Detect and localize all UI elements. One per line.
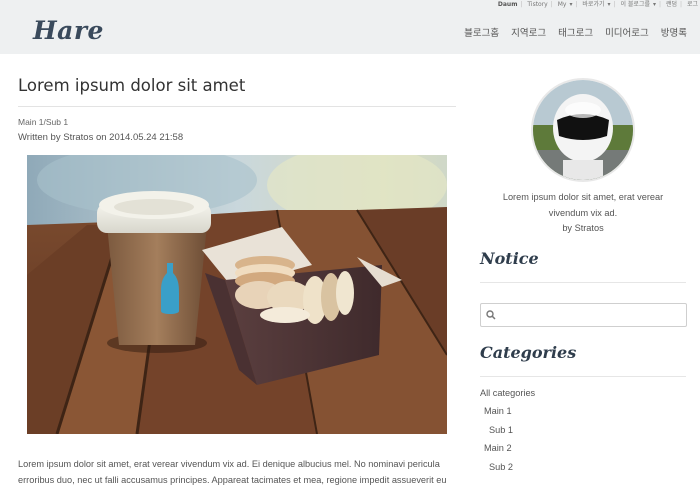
helmet-avatar-image: [533, 80, 633, 180]
utility-bar: Daum | Tistory | My ▾ | 바로가기 ▾ | 이 블로그를 ▾ | 랜덤 | …: [0, 0, 700, 9]
utility-link-tistory[interactable]: Tistory: [527, 1, 547, 8]
notice-heading: Notice: [480, 249, 539, 268]
main-nav: 블로그홈 지역로그 태그로그 미디어로그 방명록: [464, 25, 687, 39]
category-all[interactable]: All categories: [480, 388, 535, 398]
utility-link-shortcut[interactable]: 바로가기: [582, 1, 604, 8]
title-divider: [18, 106, 456, 107]
utility-link-login[interactable]: 로그: [687, 1, 698, 8]
nav-item-media-log[interactable]: 미디어로그: [605, 25, 649, 39]
category-main-2[interactable]: Main 2: [484, 443, 512, 453]
nav-item-location-log[interactable]: 지역로그: [511, 25, 546, 39]
post-category[interactable]: Main 1/Sub 1: [18, 117, 68, 127]
search-input[interactable]: [499, 308, 679, 323]
chevron-down-icon: ▾: [652, 1, 656, 8]
category-sub-2[interactable]: Sub 2: [489, 462, 513, 472]
utility-link-daum[interactable]: Daum: [498, 1, 518, 8]
category-main-1[interactable]: Main 1: [484, 406, 512, 416]
post-title[interactable]: Lorem ipsum dolor sit amet: [18, 76, 245, 95]
nav-item-blog-home[interactable]: 블로그홈: [464, 25, 499, 39]
profile-author: by Stratos: [562, 223, 604, 233]
post-meta: Written by Stratos on 2014.05.24 21:58: [18, 132, 184, 143]
categories-heading: Categories: [480, 343, 577, 362]
utility-link-random[interactable]: 랜덤: [666, 1, 677, 8]
coffee-macarons-photo: [27, 155, 447, 434]
post-image: [27, 155, 447, 434]
chevron-down-icon: ▾: [607, 1, 611, 8]
chevron-down-icon: ▾: [569, 1, 573, 8]
search-icon: [486, 310, 496, 320]
nav-item-tag-log[interactable]: 태그로그: [558, 25, 593, 39]
site-logo[interactable]: Hare: [33, 16, 104, 45]
utility-link-my[interactable]: My: [558, 1, 567, 8]
search-box[interactable]: [480, 303, 687, 327]
nav-item-guestbook[interactable]: 방명록: [661, 25, 687, 39]
profile-description: Lorem ipsum dolor sit amet, erat verear …: [480, 190, 686, 237]
post-body: Lorem ipsum dolor sit amet, erat verear …: [18, 459, 447, 492]
categories-divider: [480, 376, 686, 377]
utility-links: Daum | Tistory | My ▾ | 바로가기 ▾ | 이 블로그를 ▾ | 랜덤 | …: [497, 1, 698, 8]
notice-divider: [480, 282, 686, 283]
category-sub-1[interactable]: Sub 1: [489, 425, 513, 435]
site-header: Hare 블로그홈 지역로그 태그로그 미디어로그 방명록: [0, 9, 700, 54]
utility-link-this-blog[interactable]: 이 블로그를: [620, 1, 650, 8]
profile-avatar[interactable]: [531, 78, 635, 182]
